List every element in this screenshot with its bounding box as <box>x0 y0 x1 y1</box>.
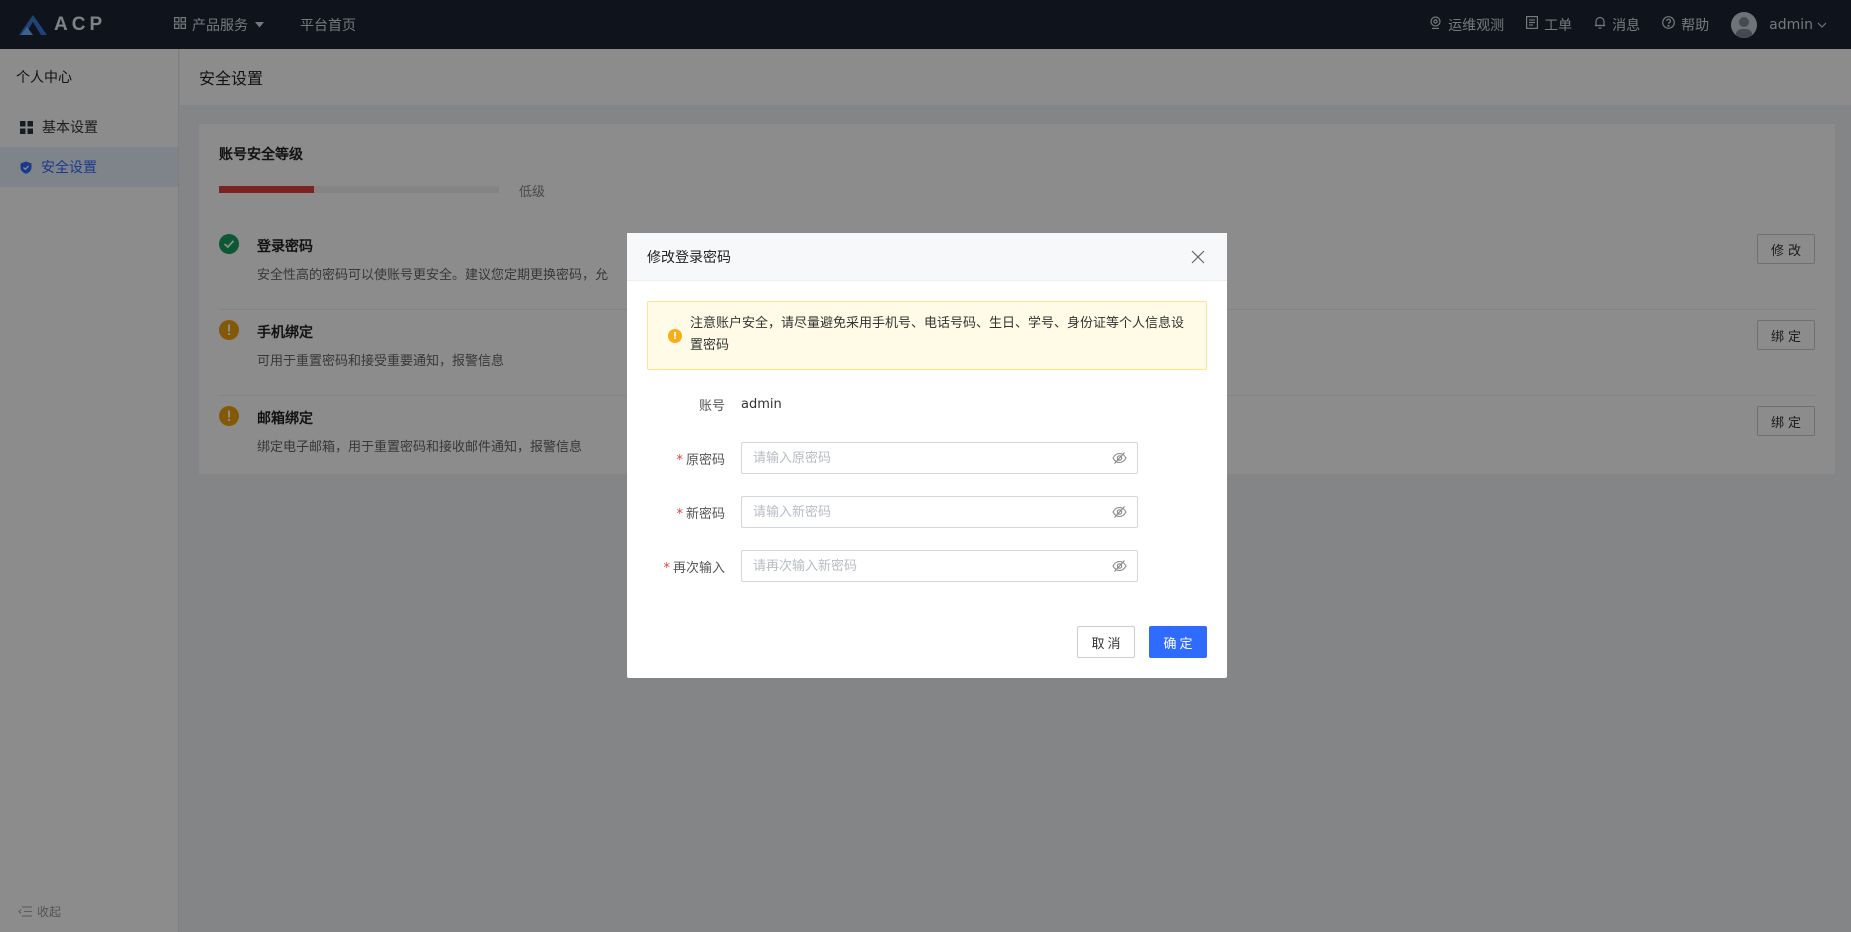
new-password-label-wrap: * 新密码 <box>647 503 725 522</box>
confirm-password-label-wrap: * 再次输入 <box>647 557 725 576</box>
confirm-password-row: * 再次输入 <box>647 550 1207 582</box>
cancel-button[interactable]: 取消 <box>1077 626 1135 658</box>
change-password-modal: 修改登录密码 ! 注意账户安全，请尽量避免采用手机号、电话号码、生日、学号、身份… <box>627 233 1227 678</box>
new-password-field <box>741 496 1138 528</box>
confirm-password-input[interactable] <box>742 551 1082 581</box>
account-label: 账号 <box>698 398 725 414</box>
alert-text: 注意账户安全，请尽量避免采用手机号、电话号码、生日、学号、身份证等个人信息设置密… <box>690 316 1185 353</box>
warning-icon: ! <box>668 329 682 343</box>
required-mark: * <box>676 506 683 522</box>
required-mark: * <box>676 452 683 468</box>
old-password-label-wrap: * 原密码 <box>647 449 725 468</box>
confirm-password-field <box>741 550 1138 582</box>
old-password-row: * 原密码 <box>647 442 1207 474</box>
modal-title: 修改登录密码 <box>647 249 731 266</box>
account-row: 账号 admin <box>647 388 1207 420</box>
account-value: admin <box>741 396 782 412</box>
old-password-label: 原密码 <box>685 452 725 468</box>
eye-invisible-icon[interactable] <box>1112 505 1127 519</box>
eye-invisible-icon[interactable] <box>1112 451 1127 465</box>
old-password-field <box>741 442 1138 474</box>
old-password-input[interactable] <box>742 443 1082 473</box>
new-password-label: 新密码 <box>685 506 725 522</box>
eye-invisible-icon[interactable] <box>1112 559 1127 573</box>
confirm-password-label: 再次输入 <box>672 560 725 576</box>
confirm-button[interactable]: 确定 <box>1149 626 1207 658</box>
modal-header: 修改登录密码 <box>627 233 1227 281</box>
new-password-input[interactable] <box>742 497 1082 527</box>
required-mark: * <box>663 560 670 576</box>
new-password-row: * 新密码 <box>647 496 1207 528</box>
security-warning-alert: ! 注意账户安全，请尽量避免采用手机号、电话号码、生日、学号、身份证等个人信息设… <box>647 301 1207 370</box>
close-icon[interactable] <box>1189 248 1207 266</box>
